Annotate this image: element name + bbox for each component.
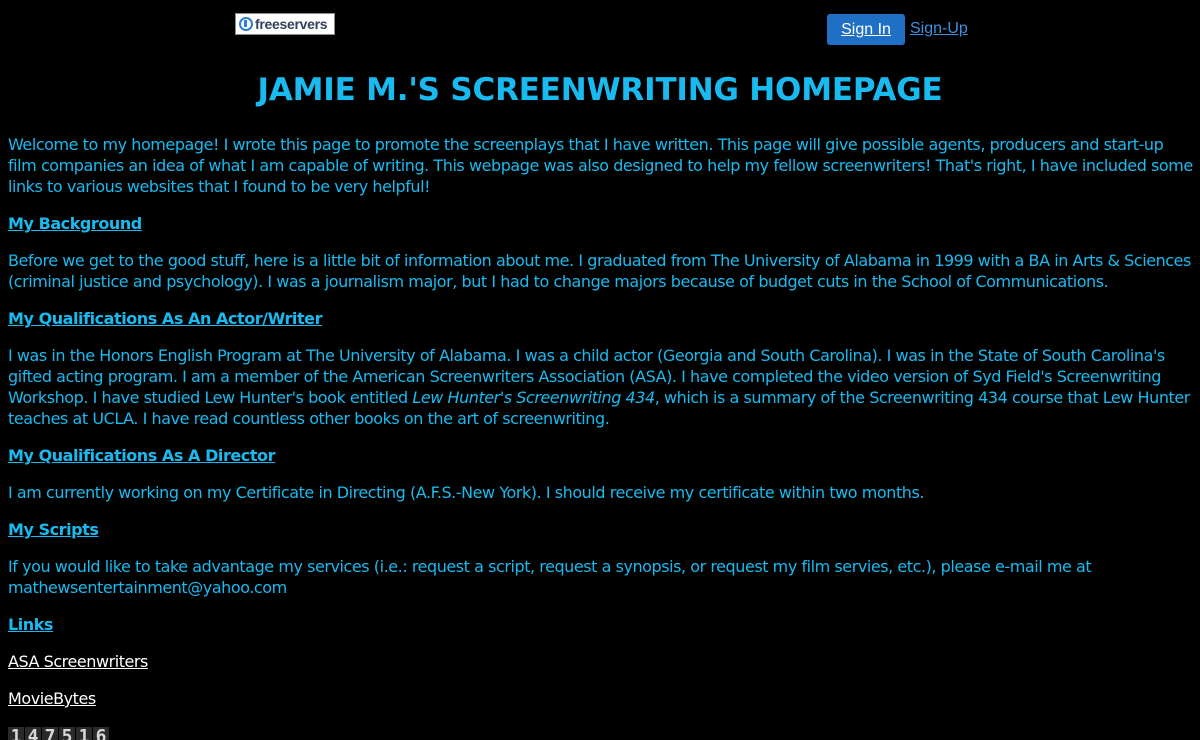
counter-digit: 7 [42, 727, 58, 740]
page-title: JAMIE M.'S SCREENWRITING HOMEPAGE [257, 72, 943, 108]
sign-in-button[interactable]: Sign In [827, 14, 905, 45]
scripts-text: If you would like to take advantage my s… [8, 557, 1092, 576]
host-banner: freeservers Sign In Sign-Up [0, 0, 1200, 56]
background-paragraph: Before we get to the good stuff, here is… [8, 251, 1191, 291]
link-asa-screenwriters[interactable]: ASA Screenwriters [8, 652, 148, 671]
scripts-heading: My Scripts [8, 520, 99, 539]
counter-digit: 4 [25, 727, 41, 740]
hit-counter: 1 4 7 5 1 6 [8, 727, 109, 740]
sign-up-link[interactable]: Sign-Up [910, 20, 968, 38]
director-paragraph: I am currently working on my Certificate… [8, 483, 924, 502]
intro-paragraph: Welcome to my homepage! I wrote this pag… [8, 135, 1193, 196]
counter-digit: 6 [93, 727, 109, 740]
freeservers-logo[interactable]: freeservers [235, 13, 335, 35]
links-heading: Links [8, 615, 53, 634]
freeservers-logo-icon [239, 17, 253, 31]
main-content: Welcome to my homepage! I wrote this pag… [8, 134, 1194, 725]
actor-writer-heading: My Qualifications As An Actor/Writer [8, 309, 323, 328]
freeservers-logo-text: freeservers [255, 16, 328, 32]
counter-digit: 5 [59, 727, 75, 740]
counter-digit: 1 [76, 727, 92, 740]
counter-digit: 1 [8, 727, 24, 740]
scripts-paragraph: If you would like to take advantage my s… [8, 556, 1194, 598]
director-heading: My Qualifications As A Director [8, 446, 276, 465]
contact-email: mathewsentertainment@yahoo.com [8, 578, 287, 597]
actor-writer-paragraph: I was in the Honors English Program at T… [8, 345, 1194, 429]
book-title: Lew Hunter's Screenwriting 434 [412, 388, 655, 407]
background-heading: My Background [8, 214, 142, 233]
link-moviebytes[interactable]: MovieBytes [8, 689, 96, 708]
